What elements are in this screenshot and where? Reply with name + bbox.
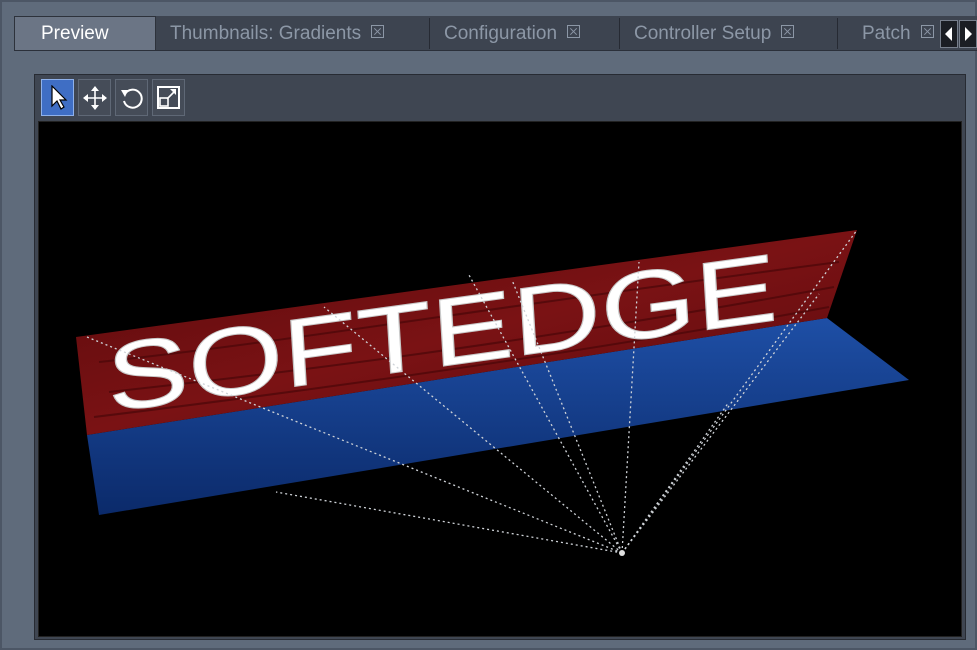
tab-controller-setup-label: Controller Setup (634, 23, 772, 44)
close-icon[interactable] (567, 25, 581, 39)
close-icon[interactable] (920, 25, 934, 39)
preview-window: Preview Thumbnails: Gradients Configurat… (0, 0, 977, 650)
preview-panel: SOFTEDGE (34, 74, 966, 640)
pointer-icon (50, 85, 67, 110)
close-icon[interactable] (781, 25, 795, 39)
tab-patch-label: Patch (862, 23, 911, 44)
scale-icon (156, 86, 180, 109)
rotate-tool-button[interactable] (115, 79, 148, 116)
triangle-left-icon (945, 27, 952, 41)
projector-point (619, 550, 625, 556)
tab-preview[interactable]: Preview (14, 16, 156, 50)
tab-thumbnails-gradients[interactable]: Thumbnails: Gradients (156, 18, 430, 49)
scroll-tabs-left-button[interactable] (940, 20, 958, 48)
tab-bar: Preview Thumbnails: Gradients Configurat… (14, 16, 977, 51)
move-tool-button[interactable] (78, 79, 111, 116)
move-icon (82, 86, 107, 110)
tab-patch[interactable]: Patch (838, 18, 942, 49)
tab-preview-label: Preview (41, 23, 109, 44)
scale-tool-button[interactable] (152, 79, 185, 116)
tab-configuration[interactable]: Configuration (430, 18, 620, 49)
triangle-right-icon (965, 27, 972, 41)
tab-thumbnails-gradients-label: Thumbnails: Gradients (170, 23, 362, 44)
scene-canvas[interactable]: SOFTEDGE (39, 122, 961, 636)
rotate-icon (120, 88, 143, 109)
close-icon[interactable] (371, 25, 385, 39)
pointer-tool-button[interactable] (41, 79, 74, 116)
tab-configuration-label: Configuration (444, 23, 558, 44)
tab-controller-setup[interactable]: Controller Setup (620, 18, 838, 49)
3d-viewport[interactable]: SOFTEDGE (38, 121, 962, 637)
scroll-tabs-right-button[interactable] (959, 20, 977, 48)
